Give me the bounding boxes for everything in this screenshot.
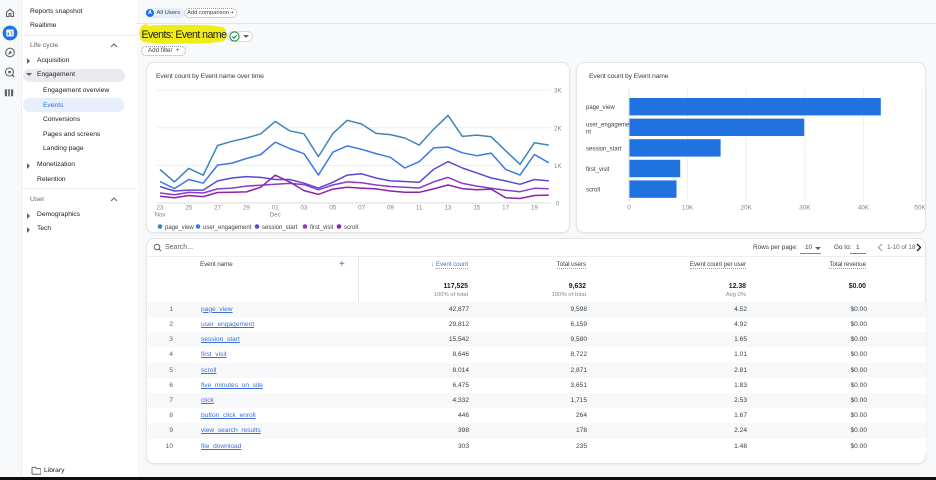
svg-text:01: 01 <box>272 205 279 212</box>
svg-text:3K: 3K <box>554 88 562 95</box>
svg-text:0: 0 <box>556 201 560 208</box>
svg-text:first_visit: first_visit <box>586 167 610 173</box>
svg-text:09: 09 <box>387 205 394 212</box>
svg-text:1K: 1K <box>554 163 562 170</box>
svg-text:Nov: Nov <box>154 212 166 219</box>
svg-text:13: 13 <box>445 205 452 212</box>
svg-text:user_engagement: user_engagement <box>203 225 252 231</box>
svg-text:19: 19 <box>531 205 538 212</box>
svg-text:07: 07 <box>358 205 365 212</box>
svg-text:0: 0 <box>627 205 631 212</box>
svg-text:03: 03 <box>301 205 308 212</box>
svg-text:11: 11 <box>416 205 423 212</box>
svg-text:10K: 10K <box>682 205 694 212</box>
svg-text:session_start: session_start <box>586 146 622 152</box>
svg-text:15: 15 <box>473 205 480 212</box>
svg-text:23: 23 <box>157 205 164 212</box>
svg-text:40K: 40K <box>858 205 870 212</box>
svg-text:scroll: scroll <box>586 188 600 194</box>
svg-text:user_engageme: user_engageme <box>586 123 630 129</box>
svg-text:27: 27 <box>214 205 221 212</box>
svg-text:nt: nt <box>586 130 591 136</box>
svg-text:session_start: session_start <box>262 225 298 231</box>
svg-text:page_view: page_view <box>165 225 194 231</box>
svg-text:17: 17 <box>502 205 509 212</box>
svg-text:page_view: page_view <box>586 105 615 111</box>
svg-text:25: 25 <box>185 205 192 212</box>
svg-text:scroll: scroll <box>344 225 358 231</box>
svg-text:29: 29 <box>243 205 250 212</box>
svg-text:first_visit: first_visit <box>310 225 334 231</box>
svg-text:2K: 2K <box>554 125 562 132</box>
svg-text:50K: 50K <box>914 205 926 212</box>
svg-text:20K: 20K <box>741 205 753 212</box>
svg-text:Dec: Dec <box>270 212 281 219</box>
svg-text:30K: 30K <box>799 205 811 212</box>
svg-text:05: 05 <box>329 205 336 212</box>
